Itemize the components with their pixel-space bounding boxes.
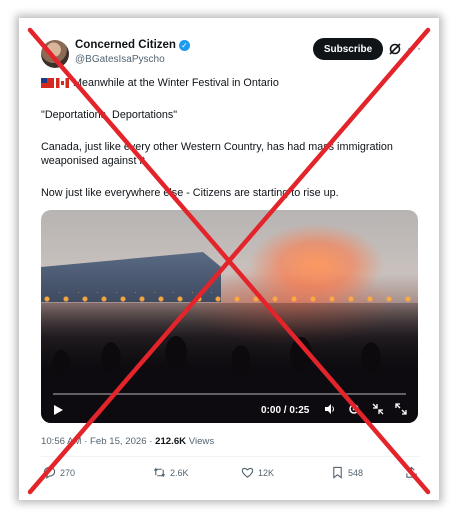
display-name[interactable]: Concerned Citizen [75,39,176,51]
repost-count: 2.6K [170,467,189,478]
views-count: 212.6K [155,436,187,447]
divider [41,456,419,457]
settings-gear-icon[interactable] [348,403,360,415]
screenshot-frame: Concerned Citizen ✓ @BGatesIsaPyscho Sub… [19,18,439,500]
tweet-text-line-1: Meanwhile at the Winter Festival in Onta… [41,76,421,92]
tweet-meta: 10:56 AM · Feb 15, 2026 · 212.6K Views [41,436,214,447]
tweet-headline: Meanwhile at the Winter Festival in Onta… [73,77,279,89]
reply-count: 270 [60,467,76,478]
views-label: Views [186,436,215,447]
tweet-text-line-3: Canada, just like every other Western Co… [41,141,393,167]
grok-icon[interactable] [388,42,402,56]
author-name-row: Concerned Citizen ✓ [75,39,190,51]
more-options-icon[interactable]: ··· [407,41,422,55]
tweet-text-line-4: Now just like everywhere else - Citizens… [41,187,339,199]
subscribe-button[interactable]: Subscribe [313,38,383,60]
like-button[interactable]: 12K [241,466,274,479]
share-icon [406,466,417,478]
play-icon[interactable] [52,404,64,416]
video-progress-bar[interactable] [53,393,406,395]
reply-icon [43,466,56,479]
video-player[interactable]: 0:00 / 0:25 [41,210,418,423]
canada-flag-icon [56,78,69,88]
reply-button[interactable]: 270 [43,466,75,479]
handle[interactable]: @BGatesIsaPyscho [75,54,165,65]
fullscreen-icon[interactable] [395,403,407,415]
heart-icon [241,467,254,478]
action-bar: 270 2.6K 12K 548 [41,466,421,484]
repost-button[interactable]: 2.6K [153,466,189,479]
bookmark-button[interactable]: 548 [331,466,363,479]
timestamp[interactable]: 10:56 AM · Feb 15, 2026 · [41,436,155,447]
repost-icon [153,467,166,478]
ontario-flag-icon [41,78,54,88]
bookmark-icon [333,466,342,479]
video-time: 0:00 / 0:25 [261,405,310,416]
bookmark-count: 548 [348,467,364,478]
video-controls: 0:00 / 0:25 [41,393,418,423]
flag-icons [41,78,71,92]
avatar[interactable] [41,40,69,68]
tweet-card: Concerned Citizen ✓ @BGatesIsaPyscho Sub… [19,18,439,500]
share-button[interactable] [405,466,418,479]
verified-badge-icon: ✓ [178,39,190,51]
minimize-icon[interactable] [372,403,384,415]
volume-icon[interactable] [324,403,336,415]
like-count: 12K [258,467,275,478]
tweet-text-line-2: "Deportations, Deportations" [41,109,178,121]
